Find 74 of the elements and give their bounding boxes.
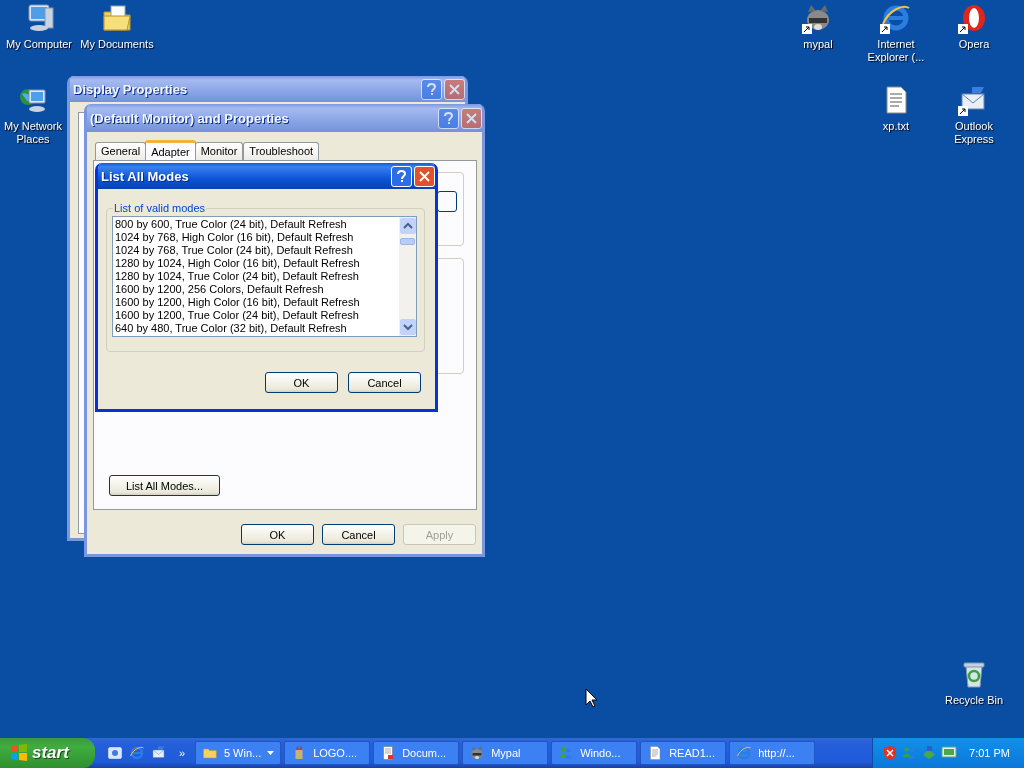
browser-icon bbox=[736, 745, 753, 761]
help-icon bbox=[444, 111, 453, 125]
monitor-icon[interactable] bbox=[941, 745, 958, 761]
list-item[interactable]: 1024 by 768, True Color (24 bit), Default Refresh bbox=[115, 244, 397, 257]
list-item[interactable]: 1280 by 1024, High Color (16 bit), Default Refresh bbox=[115, 257, 397, 270]
taskbar-button[interactable]: Windo... bbox=[551, 741, 638, 765]
tab[interactable]: Troubleshoot bbox=[243, 142, 320, 160]
close-button[interactable] bbox=[461, 107, 482, 129]
desktop-icon-label[interactable]: My Computer bbox=[6, 38, 72, 51]
shield-icon[interactable] bbox=[883, 745, 898, 761]
mouse-cursor-icon bbox=[585, 688, 597, 708]
desktop-icon-label[interactable]: My Network Places bbox=[0, 120, 66, 146]
close-button[interactable] bbox=[414, 165, 435, 187]
shortcut-arrow-icon bbox=[880, 24, 890, 34]
tab[interactable]: General bbox=[95, 142, 147, 160]
help-icon bbox=[397, 169, 406, 183]
folder-icon bbox=[202, 745, 218, 761]
taskbar-button[interactable]: Mypal bbox=[462, 741, 549, 765]
taskbar-button[interactable]: 5 Win... bbox=[195, 741, 282, 765]
dialog-button[interactable]: OK bbox=[265, 372, 338, 393]
desktop-icon-label[interactable]: mypal bbox=[803, 38, 833, 51]
close-icon bbox=[449, 83, 460, 95]
window-title: List All Modes bbox=[100, 168, 190, 184]
dialog-button[interactable]: Cancel bbox=[322, 524, 395, 545]
list-item[interactable]: 800 by 600, True Color (24 bit), Default Refresh bbox=[115, 218, 397, 231]
scroll-up-icon[interactable] bbox=[399, 218, 416, 234]
scrollbar[interactable] bbox=[399, 217, 416, 336]
shortcut-arrow-icon bbox=[802, 24, 812, 34]
list-all-modes-button[interactable]: List All Modes... bbox=[109, 475, 220, 496]
help-button[interactable] bbox=[421, 78, 442, 100]
shortcut-arrow-icon bbox=[958, 24, 968, 34]
people-icon bbox=[558, 745, 575, 761]
help-icon bbox=[427, 82, 436, 96]
list-item[interactable]: 1280 by 1024, True Color (24 bit), Default Refresh bbox=[115, 270, 397, 283]
dialog-button[interactable]: Cancel bbox=[348, 372, 421, 393]
windows-logo-icon bbox=[10, 744, 28, 762]
shortcut-arrow-icon bbox=[958, 106, 968, 116]
desktop-icon-label[interactable]: Recycle Bin bbox=[944, 694, 1004, 707]
taskbar-button[interactable]: READ1... bbox=[640, 741, 727, 765]
group-label: List of valid modes bbox=[113, 202, 207, 214]
taskbar-button[interactable]: Docum... bbox=[373, 741, 460, 765]
taskbar-button[interactable]: LOGO.... bbox=[284, 741, 371, 765]
tab[interactable]: Monitor bbox=[194, 142, 244, 160]
desktop-shortcut-icon[interactable] bbox=[107, 745, 123, 761]
dialog-button[interactable]: OK bbox=[241, 524, 314, 545]
folder-icon bbox=[101, 2, 133, 34]
more-quick-launch-button[interactable]: » bbox=[179, 747, 186, 759]
close-button[interactable] bbox=[444, 78, 465, 100]
list-item[interactable]: 640 by 480, True Color (32 bit), Default Refresh bbox=[115, 322, 397, 335]
mail-icon[interactable] bbox=[151, 745, 167, 761]
desktop-icon-label[interactable]: Internet Explorer (... bbox=[857, 38, 935, 64]
taskbar-button[interactable]: http://... bbox=[729, 741, 816, 765]
browser-icon[interactable] bbox=[129, 745, 145, 761]
list-item[interactable]: 1600 by 1200, High Color (16 bit), Default Refresh bbox=[115, 296, 397, 309]
close-icon bbox=[419, 170, 430, 182]
window-title: (Default Monitor) and Properties bbox=[89, 110, 290, 126]
help-button[interactable] bbox=[391, 165, 412, 187]
scroll-thumb[interactable] bbox=[400, 238, 415, 245]
desktop-icon-label[interactable]: xp.txt bbox=[882, 120, 910, 133]
close-icon bbox=[466, 112, 477, 124]
list-item[interactable]: 1024 by 768, High Color (16 bit), Default Refresh bbox=[115, 231, 397, 244]
clock[interactable]: 7:01 PM bbox=[969, 747, 1010, 759]
start-label: start bbox=[32, 743, 69, 763]
scroll-down-icon[interactable] bbox=[399, 319, 416, 335]
desktop-icon-label[interactable]: Opera bbox=[958, 38, 990, 51]
list-item[interactable]: 1600 by 1200, True Color (24 bit), Default Refresh bbox=[115, 309, 397, 322]
tab[interactable]: Adapter bbox=[145, 140, 196, 160]
desktop-icon[interactable] bbox=[101, 2, 133, 34]
desktop-icon-label[interactable]: Outlook Express bbox=[935, 120, 1013, 146]
help-button[interactable] bbox=[438, 107, 459, 129]
window-title: Display Properties bbox=[72, 81, 189, 97]
desktop-icon-label[interactable]: My Documents bbox=[80, 38, 154, 51]
list-item[interactable]: 1600 by 1200, 256 Colors, Default Refresh bbox=[115, 283, 397, 296]
text-file-icon bbox=[647, 745, 664, 761]
